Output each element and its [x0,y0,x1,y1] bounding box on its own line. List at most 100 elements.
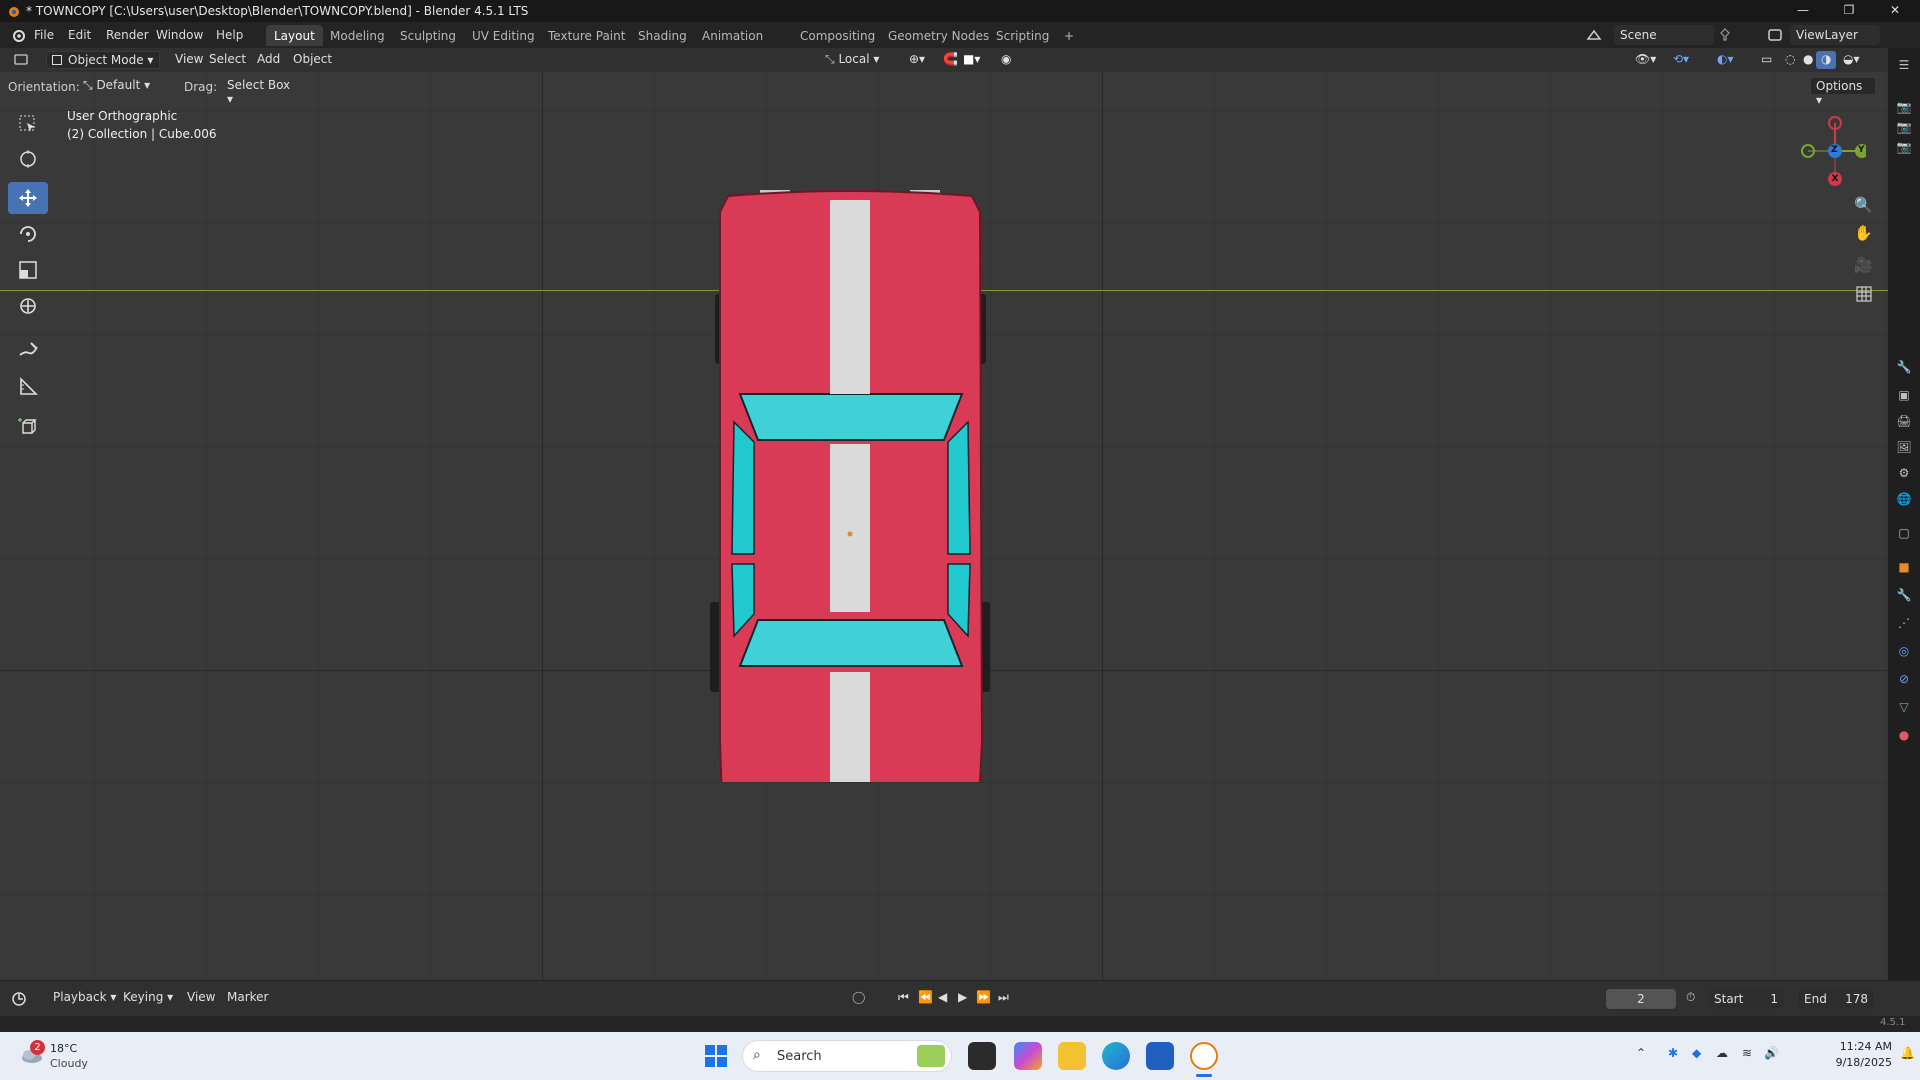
camera-view-icon[interactable]: 🎥 [1854,256,1873,274]
tab-uv-editing[interactable]: UV Editing [464,25,543,46]
overlay-toggle-icon[interactable]: ◐▾ [1712,51,1739,69]
car-model[interactable] [700,182,1000,782]
object-properties-icon[interactable]: ■ [1895,558,1913,576]
data-properties-icon[interactable]: ▽ [1895,698,1913,716]
transform-orientation-dropdown[interactable]: ⤡ Local ▾ [820,51,896,69]
navigation-gizmo[interactable] [1786,106,1866,176]
tab-animation[interactable]: Animation [694,25,771,46]
start-frame-field[interactable]: Start 1 [1708,989,1784,1009]
notification-icon[interactable]: 🔔 [1900,1046,1915,1060]
volume-icon[interactable]: 🔊 [1764,1046,1779,1060]
orientation-dropdown[interactable]: ⤡ Default ▾ [78,77,174,95]
move-tool[interactable] [8,182,48,214]
zoom-icon[interactable]: 🔍 [1854,196,1873,214]
prev-keyframe-icon[interactable]: ⏪ [918,990,933,1004]
drag-dropdown[interactable]: Select Box ▾ [222,77,302,106]
tab-geometry-nodes[interactable]: Geometry Nodes [880,25,997,46]
file-explorer-icon[interactable] [1058,1042,1086,1070]
menu-render[interactable]: Render [106,28,149,42]
menu-window[interactable]: Window [156,28,203,42]
proportional-edit-icon[interactable]: ◉ [996,51,1016,69]
snap-target-icon[interactable]: ■▾ [958,51,985,69]
blender-taskbar-icon[interactable] [1190,1042,1218,1070]
mode-dropdown[interactable]: Object Mode ▾ [46,51,160,69]
tab-modeling[interactable]: Modeling [322,25,393,46]
clock-date[interactable]: 9/18/2025 [1822,1056,1892,1069]
auto-keying-icon[interactable]: ◯ [852,990,865,1004]
clock-time[interactable]: 11:24 AM [1822,1040,1892,1053]
taskbar-search[interactable]: ⌕ Search [742,1040,952,1072]
current-frame-field[interactable]: 2 [1606,989,1676,1009]
pin-icon[interactable] [1718,28,1732,42]
render-properties-icon[interactable]: ▣ [1895,386,1913,404]
menu-help[interactable]: Help [216,28,243,42]
menu-add[interactable]: Add [252,51,285,69]
wifi-icon[interactable]: ≋ [1742,1046,1752,1060]
outliner-icon[interactable]: ☰ [1895,56,1913,74]
tab-compositing[interactable]: Compositing [792,25,883,46]
store-icon[interactable] [1146,1042,1174,1070]
menu-timeline-view[interactable]: View [182,989,220,1007]
visibility-icon[interactable]: 👁▾ [1630,51,1661,69]
material-properties-icon[interactable]: ● [1895,726,1913,744]
orthographic-toggle-icon[interactable] [1856,286,1872,302]
editor-type-icon[interactable] [14,53,34,67]
tab-shading[interactable]: Shading [630,25,695,46]
menu-view[interactable]: View [170,51,208,69]
output-properties-icon[interactable]: 🖨 [1895,412,1913,430]
view-layer-selector[interactable]: ViewLayer [1790,25,1880,45]
select-box-tool[interactable] [8,108,48,140]
xray-icon[interactable]: ▭ [1756,51,1777,69]
measure-tool[interactable] [8,370,48,402]
menu-object[interactable]: Object [288,51,337,69]
physics-properties-icon[interactable]: ◎ [1895,642,1913,660]
constraints-properties-icon[interactable]: ⊘ [1895,670,1913,688]
end-frame-field[interactable]: End 178 [1798,989,1874,1009]
rotate-tool[interactable] [8,218,48,250]
bluetooth-icon[interactable]: ✱ [1668,1046,1678,1060]
options-dropdown[interactable]: Options ▾ [1810,77,1876,107]
modifier-properties-icon[interactable]: 🔧 [1895,586,1913,604]
jump-start-icon[interactable]: ⏮ [898,990,909,1005]
world-properties-icon[interactable]: 🌐 [1895,490,1913,508]
camera-icon-3[interactable]: 📷 [1895,138,1913,156]
transform-tool[interactable] [8,290,48,322]
onedrive-icon[interactable]: ☁ [1716,1046,1728,1060]
gizmo-x-handle[interactable]: X [1828,172,1842,186]
minimize-button[interactable]: — [1780,0,1826,22]
cursor-tool[interactable] [8,143,48,175]
collection-properties-icon[interactable]: ▢ [1895,524,1913,542]
tray-app-icon[interactable]: ◆ [1692,1046,1701,1060]
gizmo-toggle-icon[interactable]: ⟲▾ [1668,51,1694,69]
copilot-icon[interactable] [1014,1042,1042,1070]
pivot-point-icon[interactable]: ⊕▾ [904,51,930,69]
tab-sculpting[interactable]: Sculpting [392,25,464,46]
scale-tool[interactable] [8,254,48,286]
add-cube-tool[interactable] [8,410,48,442]
menu-keying[interactable]: Keying ▾ [118,989,178,1007]
scene-selector[interactable]: Scene [1614,25,1714,45]
rendered-shading-icon[interactable]: ◒▾ [1838,51,1865,69]
play-reverse-icon[interactable]: ◀ [938,990,947,1004]
timeline-editor-icon[interactable] [12,991,34,1007]
camera-icon-2[interactable]: 📷 [1895,118,1913,136]
start-button[interactable] [704,1044,728,1068]
task-view-icon[interactable] [968,1042,996,1070]
blender-menu-icon[interactable] [10,28,26,42]
menu-select[interactable]: Select [204,51,251,69]
next-keyframe-icon[interactable]: ⏩ [976,990,991,1004]
tab-scripting[interactable]: Scripting [988,25,1057,46]
annotate-tool[interactable] [8,334,48,366]
play-icon[interactable]: ▶ [958,990,967,1004]
menu-marker[interactable]: Marker [222,989,273,1007]
tool-properties-icon[interactable]: 🔧 [1895,358,1913,376]
camera-icon[interactable]: 📷 [1895,98,1913,116]
jump-end-icon[interactable]: ⏭ [998,990,1009,1005]
particles-properties-icon[interactable]: ⋰ [1895,614,1913,632]
tab-layout[interactable]: Layout [266,25,323,46]
pan-hand-icon[interactable]: ✋ [1854,224,1873,242]
3d-viewport[interactable]: Orientation: ⤡ Default ▾ Drag: Select Bo… [0,72,1888,980]
edge-browser-icon[interactable] [1102,1042,1130,1070]
preview-range-icon[interactable]: ⏱ [1686,990,1695,1005]
close-button[interactable]: ✕ [1872,0,1918,22]
